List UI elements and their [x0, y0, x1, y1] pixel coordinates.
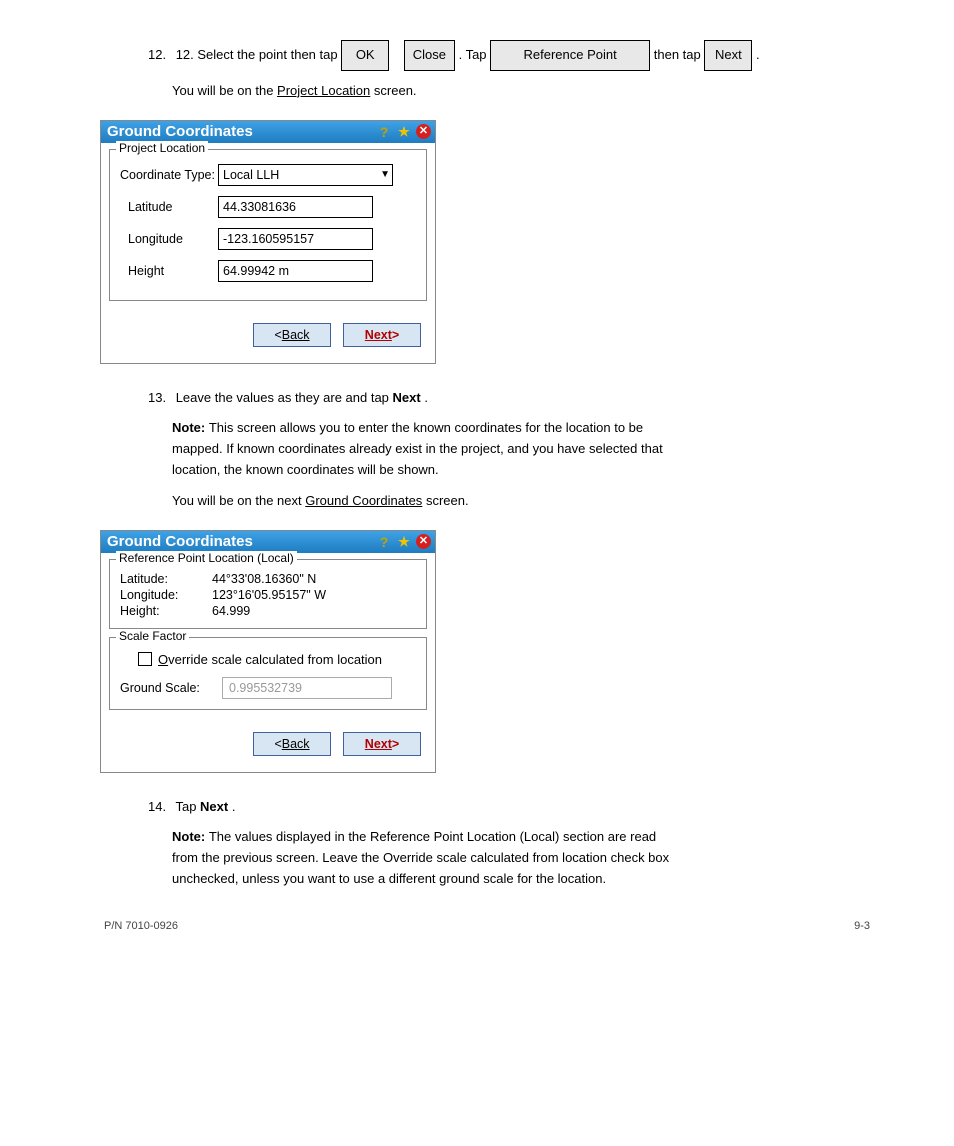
longitude-label: Longitude — [120, 232, 218, 246]
project-location-line: You will be on the Project Location scre… — [172, 81, 874, 102]
back-button-2[interactable]: < Back — [253, 732, 331, 756]
ref-lat-value: 44°33'08.16360" N — [212, 572, 316, 586]
ground-coordinates-link[interactable]: Ground Coordinates — [305, 493, 422, 508]
override-checkbox[interactable] — [138, 652, 152, 666]
ref-lon-label: Longitude: — [120, 588, 212, 602]
ref-height-value: 64.999 — [212, 604, 250, 618]
footer-page: 9-3 — [854, 920, 870, 932]
ref-height-label: Height: — [120, 604, 212, 618]
step-13-line: 13. Leave the values as they are and tap… — [148, 388, 874, 409]
scale-factor-group: Scale Factor OOverride scale calculated … — [109, 637, 427, 710]
ground-coords-line: You will be on the next Ground Coordinat… — [172, 491, 874, 512]
ref-lat-label: Latitude: — [120, 572, 212, 586]
titlebar: Ground Coordinates ? ★ ✕ — [101, 121, 435, 143]
note-a: Note: This screen allows you to enter th… — [172, 418, 874, 480]
group-legend: Project Location — [116, 141, 208, 155]
override-label: OOverride scale calculated from location… — [158, 652, 382, 667]
next-button[interactable]: Next > — [343, 323, 421, 347]
help-icon[interactable]: ? — [376, 124, 392, 140]
reference-point-group: Reference Point Location (Local) Latitud… — [109, 559, 427, 629]
step-14-line: 14. Tap Next . — [148, 797, 874, 818]
height-input[interactable] — [218, 260, 373, 282]
next-button-2[interactable]: Next > — [343, 732, 421, 756]
titlebar-2: Ground Coordinates ? ★ ✕ — [101, 531, 435, 553]
group-legend-scale: Scale Factor — [116, 629, 189, 643]
help-icon[interactable]: ? — [376, 534, 392, 550]
close-button[interactable]: Close — [404, 40, 455, 71]
ref-lon-value: 123°16'05.95157" W — [212, 588, 326, 602]
group-legend-ref: Reference Point Location (Local) — [116, 551, 297, 565]
coord-type-select[interactable]: Local LLH ▼ — [218, 164, 393, 186]
project-location-link[interactable]: Project Location — [277, 83, 370, 98]
latitude-label: Latitude — [120, 200, 218, 214]
note-b: Note: The values displayed in the Refere… — [172, 827, 874, 889]
reference-point-button[interactable]: Reference Point — [490, 40, 650, 71]
ok-button[interactable]: OK — [341, 40, 389, 71]
dialog-title: Ground Coordinates — [107, 123, 376, 140]
step-12-line: 12. 12. Select the point then tap OK Clo… — [148, 40, 874, 71]
ground-scale-input — [222, 677, 392, 699]
star-icon[interactable]: ★ — [396, 534, 412, 550]
star-icon[interactable]: ★ — [396, 124, 412, 140]
back-button[interactable]: < Back — [253, 323, 331, 347]
next-button-inline[interactable]: Next — [704, 40, 752, 71]
longitude-input[interactable] — [218, 228, 373, 250]
coord-type-label: Coordinate Type: — [120, 168, 218, 182]
ground-coordinates-dialog-1: Ground Coordinates ? ★ ✕ Project Locatio… — [100, 120, 436, 364]
chevron-down-icon: ▼ — [380, 169, 390, 180]
page-footer: P/N 7010-0926 9-3 — [100, 920, 874, 932]
footer-left: P/N 7010-0926 — [104, 920, 178, 932]
project-location-group: Project Location Coordinate Type: Local … — [109, 149, 427, 301]
close-icon[interactable]: ✕ — [416, 124, 431, 139]
dialog-title-2: Ground Coordinates — [107, 533, 376, 550]
ground-scale-label: Ground Scale: — [120, 681, 222, 695]
height-label: Height — [120, 264, 218, 278]
ground-coordinates-dialog-2: Ground Coordinates ? ★ ✕ Reference Point… — [100, 530, 436, 773]
latitude-input[interactable] — [218, 196, 373, 218]
close-icon[interactable]: ✕ — [416, 534, 431, 549]
